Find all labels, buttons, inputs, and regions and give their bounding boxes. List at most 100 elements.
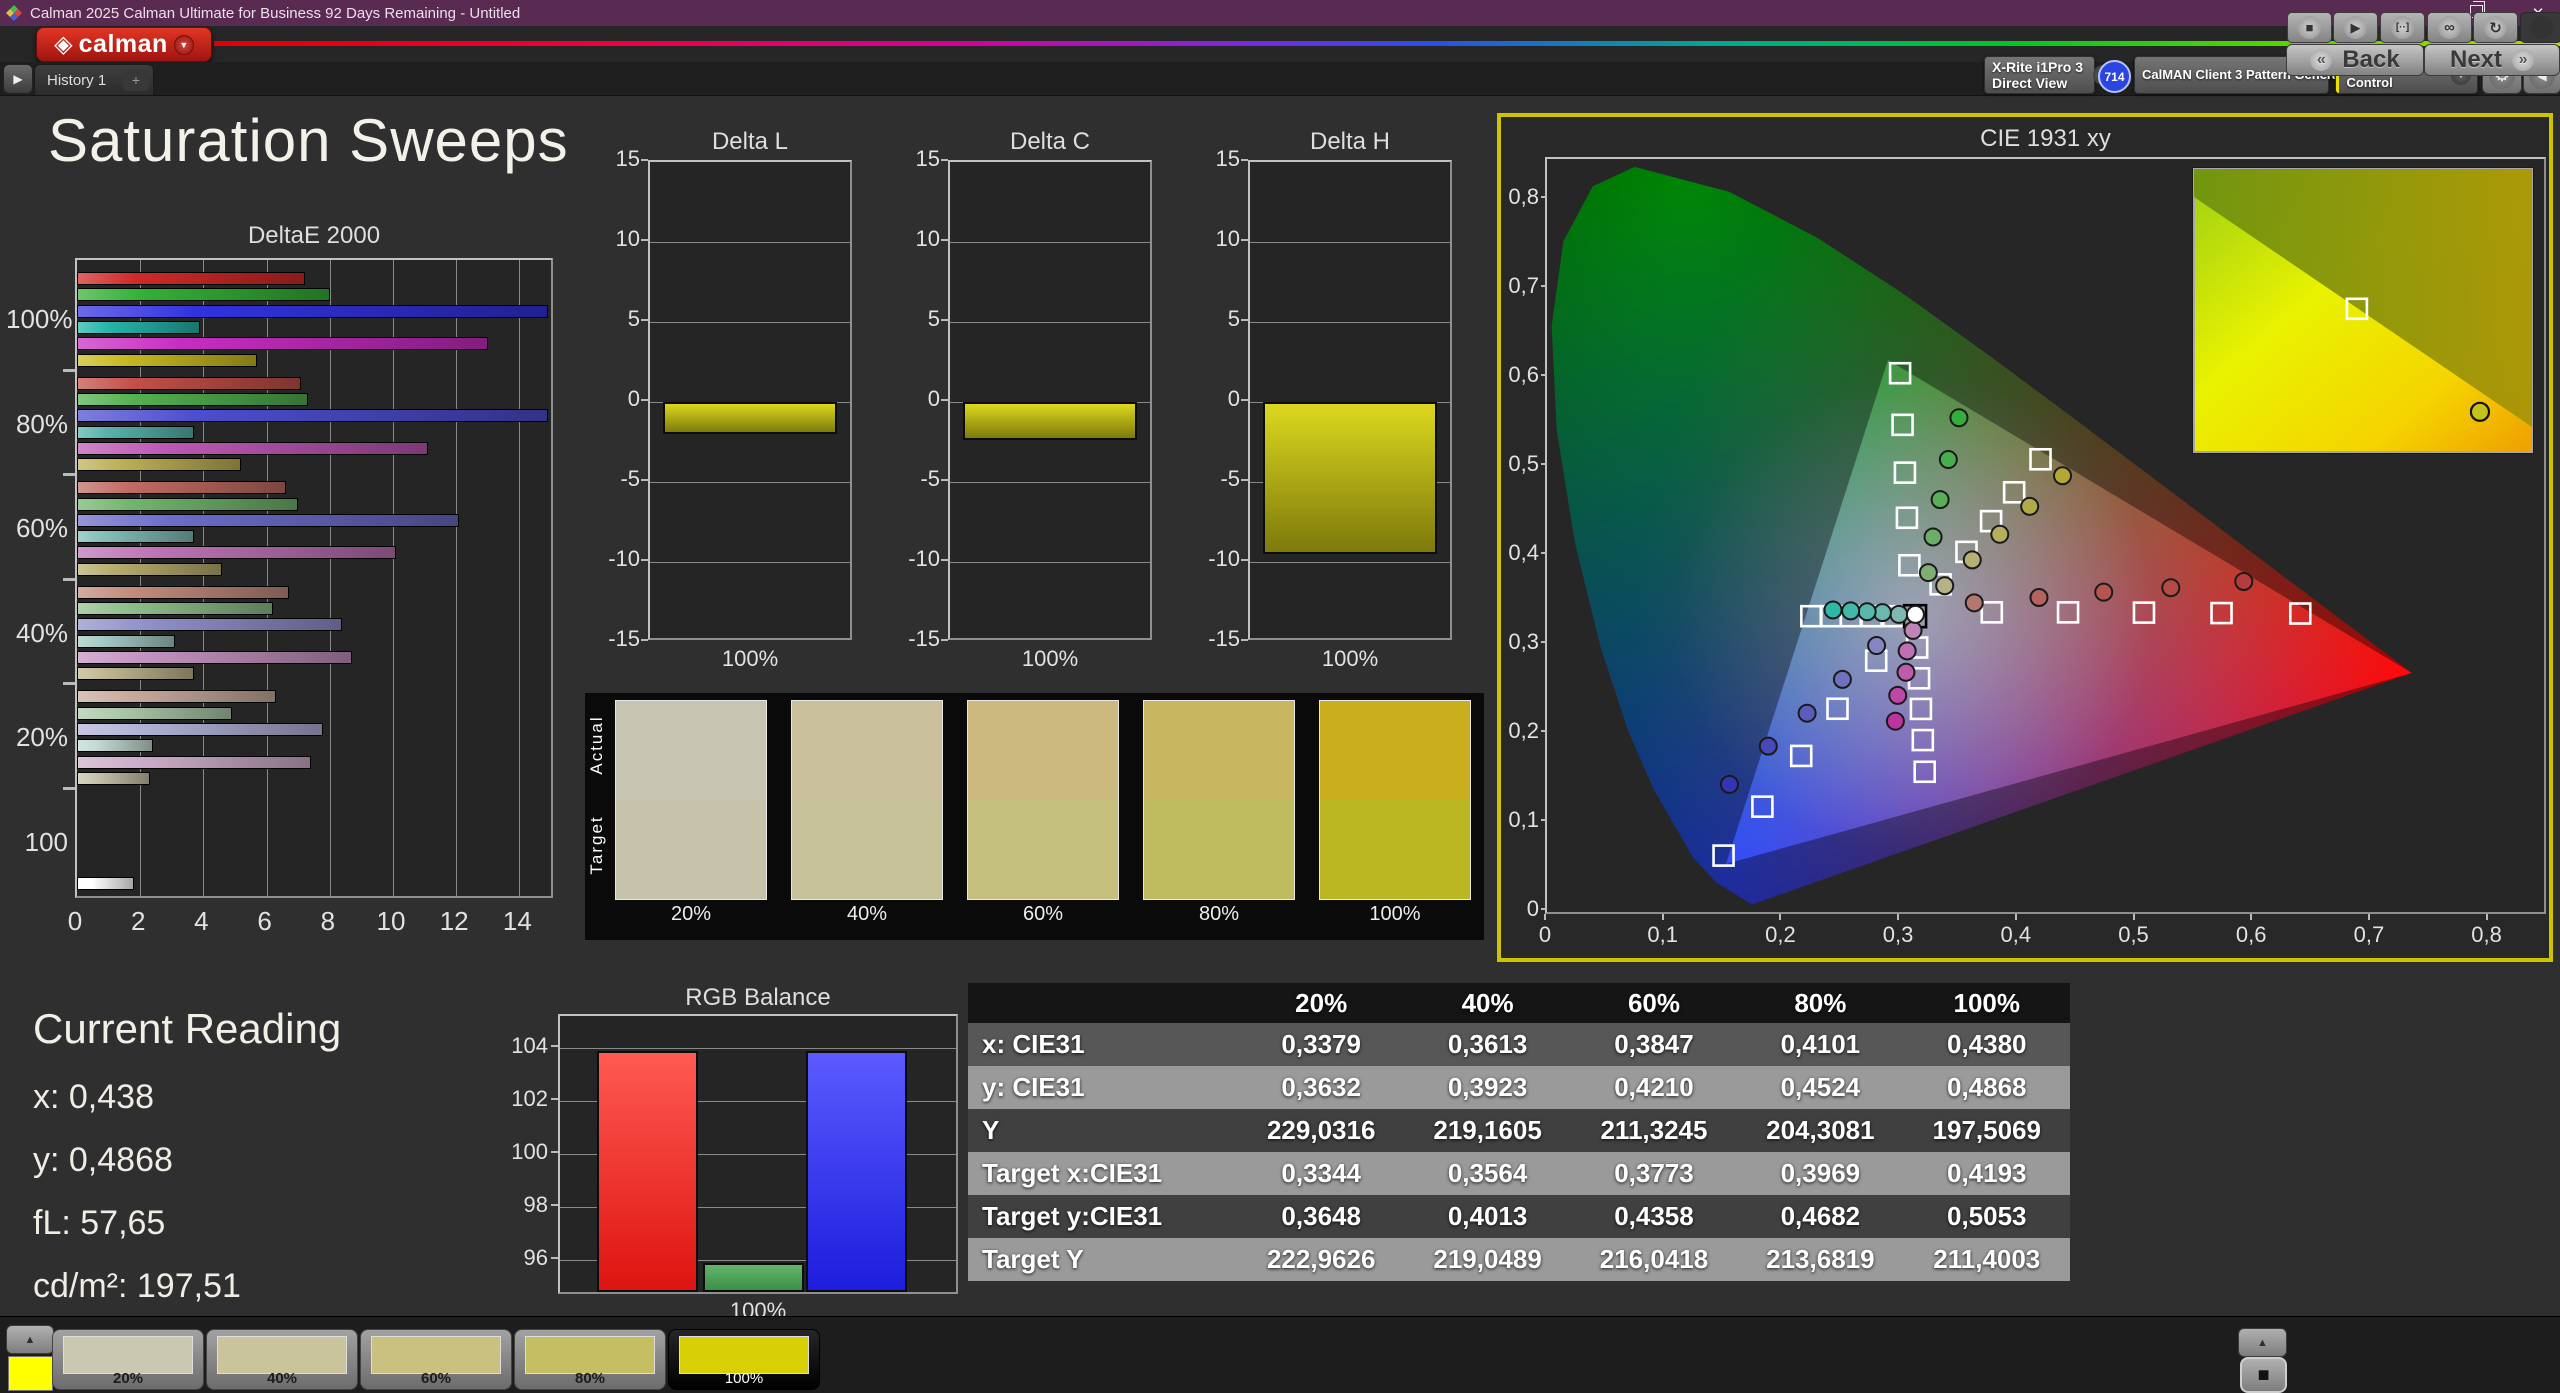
meter-selector[interactable]: X-Rite i1Pro 3 Direct View ▼ (1984, 56, 2095, 94)
swatch-percent-label: 60% (967, 903, 1119, 926)
table-value: 0,3648 (1238, 1195, 1404, 1238)
pattern-button-60%[interactable]: 60% (360, 1329, 512, 1390)
tab-label: History 1 (35, 72, 123, 89)
swatch-percent-label: 100% (1319, 903, 1471, 926)
measure-series-button[interactable]: [··] (2380, 12, 2425, 43)
rgb-tick (551, 1045, 558, 1047)
deltaC-tick (941, 479, 948, 481)
cie-chart-title: CIE 1931 xy (1545, 125, 2546, 153)
continuous-measure-button[interactable]: ∞ (2427, 12, 2472, 43)
table-row-label: y: CIE31 (968, 1066, 1238, 1109)
gridline (1250, 562, 1450, 563)
pattern-label: 60% (361, 1370, 511, 1387)
cie-x-tick-label: 0,5 (2104, 922, 2164, 948)
current-pattern-swatch (8, 1356, 53, 1391)
gridline (650, 322, 850, 323)
deltaC-tick (941, 239, 948, 241)
next-button[interactable]: Next » (2424, 44, 2560, 76)
pattern-button-20%[interactable]: 20% (52, 1329, 204, 1390)
back-label: Back (2342, 46, 2399, 74)
deltaH-y-tick-label: -5 (1198, 466, 1240, 492)
deltaH-title: Delta H (1248, 128, 1452, 156)
refresh-button[interactable]: ↻ (2473, 12, 2518, 43)
rgb-y-tick-label: 100 (506, 1139, 548, 1165)
pattern-button-80%[interactable]: 80% (514, 1329, 666, 1390)
gridline (950, 322, 1150, 323)
deltae-bar-100%-Yellow (77, 354, 257, 367)
deltaL-tick (641, 239, 648, 241)
cie-y-tick-label: 0,8 (1501, 184, 1539, 210)
deltaH-x-label: 100% (1248, 646, 1452, 672)
page-title: Saturation Sweeps (48, 106, 569, 175)
deltaH-tick (1241, 639, 1248, 641)
cie-tick (2486, 914, 2488, 920)
table-value: 0,3847 (1571, 1023, 1737, 1066)
deltae-x-tick-label: 8 (303, 906, 353, 937)
cie-actual-yellow (1936, 577, 1953, 594)
rgb-balance-title: RGB Balance (558, 984, 958, 1012)
stop-icon: ■ (2298, 16, 2321, 39)
deltaL-x-label: 100% (648, 646, 852, 672)
stop-button[interactable]: ■ (2287, 12, 2332, 43)
actual-row-label: Actual (587, 705, 607, 785)
deltae-bar-20%-Green (77, 707, 232, 720)
deltaC-plot (948, 160, 1152, 640)
meter-count-badge[interactable]: 714 (2098, 60, 2131, 93)
deltae-bar-20%-Magenta (77, 756, 311, 769)
tab-history-1[interactable]: History 1 + (34, 64, 154, 95)
transport-expand-button[interactable]: ▲ (2238, 1328, 2287, 1357)
pattern-button-40%[interactable]: 40% (206, 1329, 358, 1390)
up-arrow-icon: ▲ (25, 1334, 36, 1346)
cie-tick (1897, 914, 1899, 920)
cie-y-tick-label: 0,6 (1501, 362, 1539, 388)
back-button[interactable]: « Back (2286, 44, 2424, 76)
cie-actual-red (2095, 584, 2112, 601)
swatch-target (616, 800, 766, 899)
cie-tick (2368, 914, 2370, 920)
deltae-group-label: 100% (6, 304, 68, 335)
deltae-x-tick-label: 10 (366, 906, 416, 937)
table-value: 0,4682 (1737, 1195, 1903, 1238)
deltae-group-label: 40% (6, 618, 68, 649)
swatch-actual (1320, 701, 1470, 800)
deltaL-tick (641, 159, 648, 161)
cie-tick (1541, 908, 1547, 910)
pattern-button-100%[interactable]: 100% (668, 1329, 820, 1390)
cie-actual-red (2235, 573, 2252, 590)
swatch-pair-20% (615, 700, 767, 900)
table-value: 0,4193 (1904, 1152, 2070, 1195)
blackout-button[interactable]: ■ (2240, 1357, 2287, 1393)
up-arrow-icon: ▲ (2257, 1337, 2268, 1349)
deltae-bar-60%-Blue (77, 514, 459, 527)
tab-scroll-button[interactable]: ▶ (3, 64, 33, 94)
cie-inset-zoom (2192, 167, 2534, 454)
add-tab-button[interactable]: + (123, 69, 149, 91)
cie-actual-magenta (1889, 687, 1906, 704)
play-button[interactable]: ▶ (2333, 12, 2378, 43)
deltaL-y-tick-label: 0 (598, 386, 640, 412)
refresh-icon: ↻ (2484, 16, 2507, 39)
table-value: 0,4868 (1904, 1066, 2070, 1109)
deltaH-tick (1241, 319, 1248, 321)
cie-tick (1541, 552, 1547, 554)
table-value: 0,4524 (1737, 1066, 1903, 1109)
deltae-axis-tick (63, 473, 75, 476)
deltaH-y-tick-label: 5 (1198, 306, 1240, 332)
current-reading-title: Current Reading (33, 1005, 341, 1053)
table-value: 0,4358 (1571, 1195, 1737, 1238)
title-bar: Calman 2025 Calman Ultimate for Business… (0, 0, 2560, 26)
pattern-expand-button[interactable]: ▲ (6, 1325, 54, 1354)
cie-x-tick-label: 0,2 (1750, 922, 1810, 948)
rgb-y-tick-label: 104 (506, 1033, 548, 1059)
cie-plot-area (1545, 157, 2546, 914)
deltaL-bar (663, 402, 837, 434)
disabled-transport-button (2520, 12, 2560, 43)
rgb-balance-plot (558, 1014, 958, 1294)
calman-menu-button[interactable]: ◈ calman ▼ (36, 27, 212, 62)
deltaL-y-tick-label: -15 (598, 626, 640, 652)
deltae-bar-100%-Red (77, 272, 305, 285)
deltae-axis-tick (63, 578, 75, 581)
swatch-percent-label: 40% (791, 903, 943, 926)
deltaC-y-tick-label: -15 (898, 626, 940, 652)
deltae-bar-80%-Red (77, 377, 301, 390)
